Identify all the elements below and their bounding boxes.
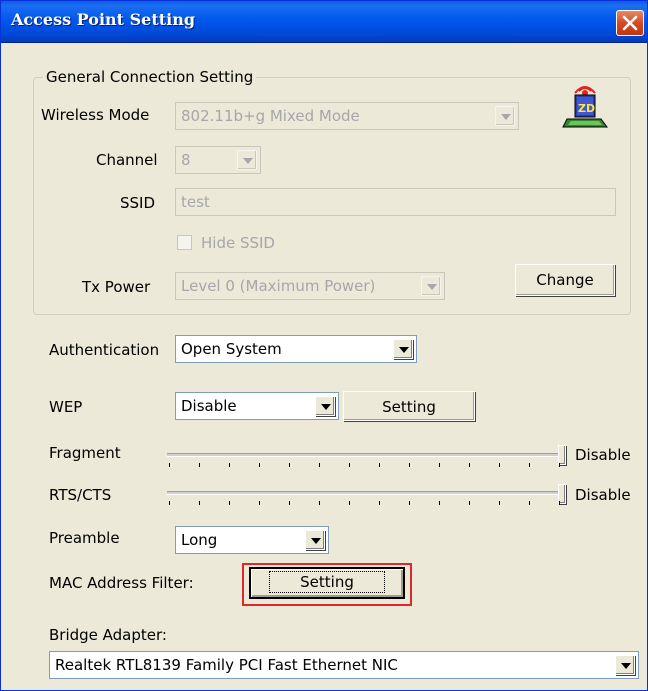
authentication-select[interactable]: Open System bbox=[175, 335, 417, 363]
tx-power-label: Tx Power bbox=[82, 278, 151, 296]
window-title: Access Point Setting bbox=[11, 10, 196, 29]
tx-power-select[interactable]: Level 0 (Maximum Power) bbox=[175, 272, 445, 300]
fragment-ticks bbox=[167, 463, 567, 469]
mac-filter-label: MAC Address Filter: bbox=[49, 574, 194, 592]
rts-cts-label: RTS/CTS bbox=[49, 486, 112, 504]
preamble-value: Long bbox=[181, 531, 218, 549]
rts-cts-ticks bbox=[167, 501, 567, 507]
wireless-mode-value: 802.11b+g Mixed Mode bbox=[181, 107, 360, 125]
mac-filter-setting-label: Setting bbox=[269, 571, 385, 593]
close-button[interactable] bbox=[616, 10, 644, 36]
zd-wireless-icon: ZD bbox=[562, 86, 608, 128]
channel-value: 8 bbox=[181, 151, 191, 169]
fragment-slider-thumb[interactable] bbox=[558, 445, 566, 465]
chevron-down-icon bbox=[315, 396, 335, 416]
rts-cts-slider[interactable] bbox=[167, 491, 565, 495]
mac-filter-setting-button[interactable]: Setting bbox=[249, 567, 405, 599]
channel-select[interactable]: 8 bbox=[175, 146, 261, 174]
bridge-adapter-label: Bridge Adapter: bbox=[49, 626, 167, 644]
ssid-label: SSID bbox=[120, 194, 156, 212]
wireless-mode-select[interactable]: 802.11b+g Mixed Mode bbox=[175, 102, 519, 130]
hide-ssid-checkbox[interactable] bbox=[177, 235, 192, 250]
authentication-value: Open System bbox=[181, 340, 282, 358]
preamble-select[interactable]: Long bbox=[175, 526, 329, 554]
bridge-adapter-value: Realtek RTL8139 Family PCI Fast Ethernet… bbox=[55, 656, 398, 674]
chevron-down-icon bbox=[237, 150, 257, 170]
preamble-label: Preamble bbox=[49, 529, 120, 547]
chevron-down-icon bbox=[305, 530, 325, 550]
close-icon bbox=[622, 15, 638, 31]
hide-ssid-label: Hide SSID bbox=[201, 234, 275, 252]
title-bar[interactable]: Access Point Setting bbox=[1, 1, 647, 43]
authentication-label: Authentication bbox=[49, 341, 160, 359]
ssid-input[interactable]: test bbox=[175, 188, 616, 216]
wireless-mode-label: Wireless Mode bbox=[41, 106, 150, 124]
chevron-down-icon bbox=[495, 106, 515, 126]
chevron-down-icon bbox=[421, 276, 441, 296]
change-button[interactable]: Change bbox=[515, 264, 615, 296]
channel-label: Channel bbox=[96, 151, 158, 169]
fragment-label: Fragment bbox=[49, 444, 121, 462]
wep-value: Disable bbox=[181, 397, 237, 415]
chevron-down-icon bbox=[393, 339, 413, 359]
fragment-value: Disable bbox=[575, 446, 631, 464]
tx-power-value: Level 0 (Maximum Power) bbox=[181, 277, 376, 295]
fragment-slider[interactable] bbox=[167, 453, 565, 457]
svg-text:ZD: ZD bbox=[578, 102, 595, 115]
wep-setting-button[interactable]: Setting bbox=[343, 391, 475, 421]
access-point-setting-dialog: Access Point Setting General Connection … bbox=[0, 0, 648, 691]
wep-label: WEP bbox=[49, 398, 83, 416]
rts-cts-value: Disable bbox=[575, 486, 631, 504]
ssid-value: test bbox=[181, 193, 210, 211]
bridge-adapter-select[interactable]: Realtek RTL8139 Family PCI Fast Ethernet… bbox=[49, 651, 639, 679]
general-connection-legend: General Connection Setting bbox=[43, 68, 257, 86]
wep-select[interactable]: Disable bbox=[175, 392, 339, 420]
chevron-down-icon bbox=[615, 655, 635, 675]
